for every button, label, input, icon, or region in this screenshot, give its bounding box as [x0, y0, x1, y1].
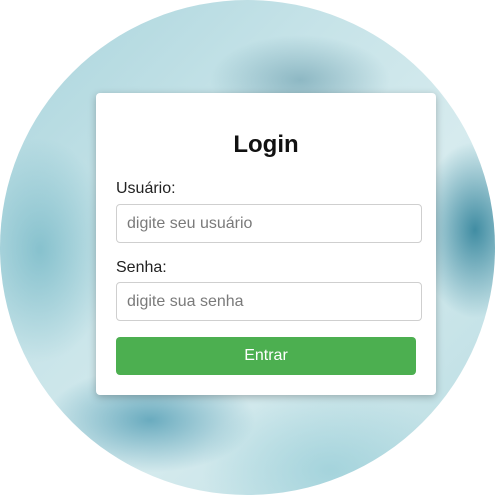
page: Login Usuário: Senha: Entrar	[0, 0, 495, 495]
login-title: Login	[233, 131, 299, 158]
login-card: Login Usuário: Senha: Entrar	[96, 93, 436, 395]
username-input[interactable]	[116, 204, 422, 243]
username-label: Usuário:	[116, 180, 176, 197]
login-button[interactable]: Entrar	[116, 337, 416, 375]
password-input[interactable]	[116, 282, 422, 321]
password-label: Senha:	[116, 259, 167, 276]
